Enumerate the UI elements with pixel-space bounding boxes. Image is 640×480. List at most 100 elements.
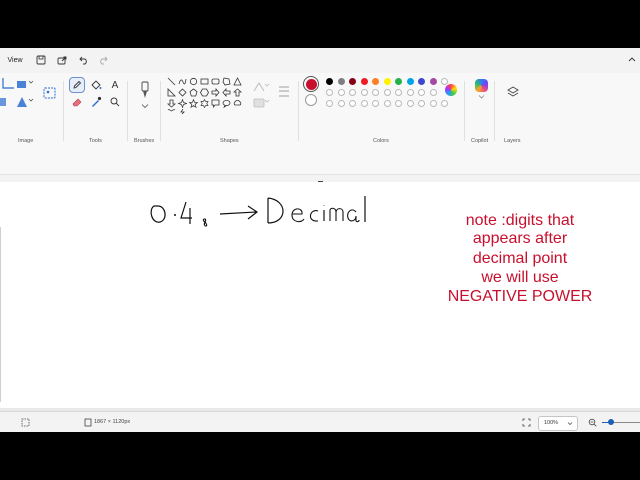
- secondary-color-button[interactable]: [305, 94, 317, 106]
- down-arrow-shape-icon[interactable]: [167, 99, 176, 108]
- custom-color-slot[interactable]: [418, 89, 425, 96]
- five-point-star-shape-icon[interactable]: [189, 99, 198, 108]
- rectangle-shape-icon[interactable]: [200, 77, 209, 86]
- paint-window: View Image A Tools Brushes Shapes Colors…: [0, 48, 640, 432]
- color-picker-icon[interactable]: [89, 95, 103, 109]
- pencil-tool[interactable]: [69, 77, 85, 93]
- tools-group-label: Tools: [89, 138, 102, 144]
- redo-icon[interactable]: [98, 55, 108, 65]
- size-icon[interactable]: [277, 83, 291, 105]
- curve-shape-icon[interactable]: [178, 77, 187, 86]
- image-select-icon[interactable]: [43, 86, 57, 100]
- text-tool-icon[interactable]: A: [108, 78, 122, 92]
- divider: [127, 81, 128, 141]
- divider: [494, 81, 495, 141]
- lightning-shape-icon[interactable]: [178, 109, 187, 114]
- palette-color-swatch[interactable]: [406, 78, 414, 85]
- oval-shape-icon[interactable]: [189, 77, 198, 86]
- fill-bucket-icon[interactable]: [89, 78, 103, 92]
- save-icon[interactable]: [36, 55, 46, 65]
- right-arrow-shape-icon[interactable]: [211, 88, 220, 97]
- zoom-select[interactable]: 100%: [538, 416, 578, 431]
- cloud-callout-shape-icon[interactable]: [233, 99, 242, 108]
- custom-color-slot[interactable]: [383, 89, 391, 96]
- diamond-shape-icon[interactable]: [178, 88, 187, 97]
- rotate-icon[interactable]: [15, 95, 29, 109]
- polygon-shape-icon[interactable]: [222, 77, 231, 86]
- custom-color-slot[interactable]: [337, 89, 345, 96]
- line-shape-icon[interactable]: [167, 77, 176, 86]
- custom-color-slot[interactable]: [360, 89, 368, 96]
- chevron-down-icon[interactable]: [264, 98, 270, 104]
- share-icon[interactable]: [57, 55, 67, 65]
- oval-callout-shape-icon[interactable]: [222, 99, 231, 108]
- select-icon[interactable]: [15, 78, 29, 92]
- custom-color-slot[interactable]: [372, 89, 379, 96]
- custom-color-slot[interactable]: [337, 100, 345, 107]
- palette-color-swatch[interactable]: [349, 78, 356, 85]
- primary-color-button[interactable]: [303, 76, 319, 92]
- chevron-down-icon[interactable]: [28, 79, 34, 85]
- custom-color-slot[interactable]: [406, 100, 414, 107]
- drawing-canvas[interactable]: note :digits that appears after decimal …: [0, 182, 640, 408]
- custom-color-slot[interactable]: [326, 89, 333, 96]
- pentagon-shape-icon[interactable]: [189, 88, 198, 97]
- copilot-icon[interactable]: [475, 79, 488, 92]
- custom-color-slot[interactable]: [418, 100, 425, 107]
- edit-colors-icon[interactable]: [445, 84, 457, 96]
- palette-color-swatch[interactable]: [360, 78, 368, 85]
- view-menu[interactable]: View: [2, 53, 28, 68]
- chevron-down-icon[interactable]: [28, 97, 34, 103]
- zoom-slider-thumb[interactable]: [608, 419, 614, 425]
- custom-color-slot[interactable]: [372, 100, 379, 107]
- shapes-group-label: Shapes: [220, 138, 239, 144]
- palette-color-swatch[interactable]: [429, 78, 437, 85]
- custom-color-slot[interactable]: [395, 89, 402, 96]
- undo-icon[interactable]: [79, 55, 89, 65]
- custom-color-slot[interactable]: [349, 100, 356, 107]
- magnifier-icon[interactable]: [108, 95, 122, 109]
- custom-color-slot[interactable]: [349, 89, 356, 96]
- hexagon-shape-icon[interactable]: [200, 88, 209, 97]
- layers-icon[interactable]: [506, 85, 520, 99]
- palette-color-swatch[interactable]: [337, 78, 345, 85]
- chevron-up-icon[interactable]: [628, 56, 636, 64]
- six-point-star-shape-icon[interactable]: [200, 99, 209, 108]
- copilot-group-label: Copilot: [471, 138, 489, 144]
- left-arrow-shape-icon[interactable]: [222, 88, 231, 97]
- custom-color-slot[interactable]: [360, 100, 368, 107]
- palette-color-swatch[interactable]: [326, 78, 333, 85]
- up-arrow-shape-icon[interactable]: [233, 88, 242, 97]
- brush-icon[interactable]: [138, 81, 152, 101]
- rectangle-callout-shape-icon[interactable]: [211, 99, 220, 108]
- pencil-icon: [73, 80, 82, 89]
- fit-to-window-icon[interactable]: [522, 418, 531, 427]
- resize-icon[interactable]: [0, 95, 14, 109]
- divider: [63, 81, 64, 141]
- chevron-down-icon[interactable]: [141, 103, 149, 109]
- eraser-icon[interactable]: [70, 95, 84, 109]
- chevron-down-icon[interactable]: [264, 82, 270, 88]
- custom-color-slot[interactable]: [383, 100, 391, 107]
- palette-color-swatch[interactable]: [383, 78, 391, 85]
- heart-shape-icon[interactable]: [167, 109, 176, 114]
- rounded-rectangle-shape-icon[interactable]: [211, 77, 220, 86]
- custom-color-slot[interactable]: [395, 100, 402, 107]
- custom-color-slot[interactable]: [429, 89, 437, 96]
- custom-color-slot[interactable]: [326, 100, 333, 107]
- primary-color-swatch: [305, 78, 317, 90]
- triangle-shape-icon[interactable]: [233, 77, 242, 86]
- palette-color-swatch[interactable]: [372, 78, 379, 85]
- image-group-label: Image: [18, 138, 34, 144]
- chevron-down-icon[interactable]: [478, 94, 485, 100]
- custom-color-slot[interactable]: [429, 100, 437, 107]
- palette-color-swatch[interactable]: [418, 78, 425, 85]
- crop-icon[interactable]: [0, 78, 14, 92]
- divider: [298, 81, 299, 141]
- custom-color-slot[interactable]: [441, 100, 448, 107]
- palette-color-swatch[interactable]: [395, 78, 402, 85]
- custom-color-slot[interactable]: [406, 89, 414, 96]
- four-point-star-shape-icon[interactable]: [178, 99, 187, 108]
- right-triangle-shape-icon[interactable]: [167, 88, 176, 97]
- zoom-out-icon[interactable]: [588, 418, 597, 427]
